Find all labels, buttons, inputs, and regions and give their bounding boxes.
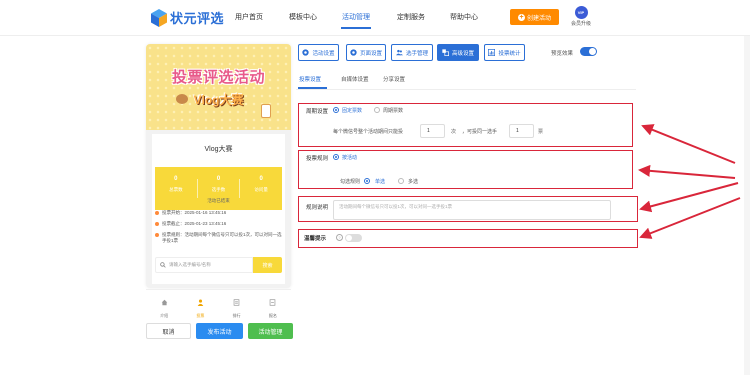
subtab-media-settings[interactable]: 自媒体设置 (341, 75, 369, 83)
arrow-to-vote-rules (638, 164, 736, 179)
tab-signup[interactable]: 报名 (258, 290, 288, 318)
vote-limit-text: 每个微信号整个活动期间只能投 (333, 129, 404, 135)
page-scrollbar[interactable] (744, 0, 750, 375)
banner-title: 投票评选活动 (171, 69, 265, 86)
page-icon (350, 49, 357, 56)
single-select-label: 单选 (375, 179, 386, 185)
tab-vote[interactable]: 投票 (185, 290, 215, 318)
select-rule-label: 勾选规则 (340, 179, 361, 185)
fixed-votes-label: 固定票数 (342, 108, 363, 114)
tab-page-settings[interactable]: 页面设置 (346, 44, 386, 61)
bullet-icon (155, 233, 159, 237)
activity-management-button[interactable]: 活动管理 (248, 323, 293, 339)
player-search-input[interactable]: 请输入选手编号/名称 (155, 257, 253, 273)
settings-icon (302, 49, 310, 56)
votes-per-player-input[interactable]: 1 (509, 124, 534, 138)
rule-description-label: 规则说明 (306, 205, 329, 211)
tab-vote-statistics[interactable]: 投票统计 (484, 44, 525, 61)
publish-activity-button[interactable]: 发布活动 (196, 323, 243, 339)
logo[interactable]: 状元评选 (151, 8, 224, 27)
home-icon (161, 299, 167, 306)
votes-per-user-input[interactable]: 1 (420, 124, 445, 138)
preview-search: 请输入选手编号/名称 搜索 (155, 257, 282, 273)
search-icon (160, 262, 166, 268)
users-icon (395, 49, 403, 56)
tab-activity-settings[interactable]: 活动设置 (298, 44, 339, 61)
preview-search-button[interactable]: 搜索 (253, 257, 282, 273)
tab-player-management[interactable]: 选手管理 (391, 44, 433, 61)
cancel-button[interactable]: 取消 (146, 323, 191, 339)
votes-unit: 票 (538, 129, 544, 135)
multi-select-label: 多选 (408, 179, 419, 185)
mobile-preview: 投票评选活动 Vlog大赛 Vlog大赛 0 总票数 0 选手数 0 访问量 活… (146, 44, 291, 288)
subtab-share-settings[interactable]: 分享设置 (383, 75, 405, 83)
rule-description-textarea[interactable]: 活动期间每个微信号只可以投1次，可以对同一选手投1票 (333, 200, 611, 220)
info-vote-rule: 投票规则：活动期间每个微信号只可以投1次，可以对同一选手投1票 (155, 232, 283, 244)
radio-by-activity[interactable] (333, 154, 339, 160)
radio-fixed-votes[interactable] (333, 107, 339, 113)
event-title: Vlog大赛 (204, 146, 233, 153)
advanced-icon (442, 49, 449, 56)
ranking-icon (233, 299, 240, 306)
tab-intro[interactable]: 介绍 (149, 290, 179, 318)
nav-custom-service[interactable]: 定制服务 (397, 12, 425, 22)
nav-user-home[interactable]: 用户首页 (235, 12, 263, 22)
tips-toggle[interactable] (345, 234, 362, 242)
create-activity-button[interactable]: + 创建活动 (510, 9, 559, 25)
info-end-time: 投票截止：2025-01-23 13:45:16 (155, 221, 283, 227)
nav-active-underline (341, 27, 371, 29)
nav-activity-management[interactable]: 活动管理 (342, 12, 370, 22)
by-activity-label: 按活动 (342, 155, 358, 161)
arrow-to-cycle-settings (641, 124, 736, 164)
preview-effect-label: 预览效果 (551, 51, 574, 57)
vip-badge-icon: VIP (574, 6, 588, 19)
bullet-icon (155, 211, 159, 215)
tab-advanced-settings[interactable]: 高级设置 (437, 44, 479, 61)
arrow-to-rule-description (639, 182, 739, 213)
logo-text: 状元评选 (170, 11, 225, 26)
bullet-icon (155, 222, 159, 226)
create-activity-label: 创建活动 (526, 15, 551, 22)
vote-rules-label: 投票规则 (306, 156, 329, 162)
times-unit: 次 (451, 129, 457, 135)
bar-chart-icon (488, 49, 496, 56)
plus-icon: + (517, 13, 525, 21)
user-icon (197, 299, 204, 306)
radio-single-select[interactable] (364, 178, 370, 184)
same-player-text: ，可投同一选手 (462, 129, 498, 135)
subtab-vote-settings[interactable]: 投票设置 (299, 75, 321, 83)
vip-label: 会员升级 (570, 21, 591, 27)
radio-multi-select[interactable] (398, 178, 404, 184)
drink-illustration-icon (261, 104, 271, 118)
info-start-time: 投票开始：2025-01-16 13:45:16 (155, 210, 283, 216)
vip-upgrade[interactable]: VIP 会员升级 (569, 6, 593, 27)
cycle-votes-label: 周期票数 (383, 108, 404, 114)
nav-help-center[interactable]: 帮助中心 (450, 12, 478, 22)
radio-cycle-votes[interactable] (374, 107, 380, 113)
preview-effect-toggle[interactable] (580, 47, 597, 56)
top-header: 状元评选 用户首页 模板中心 活动管理 定制服务 帮助中心 + 创建活动 VIP… (0, 0, 750, 36)
signup-icon (270, 299, 276, 306)
help-icon[interactable]: ? (336, 234, 343, 241)
arrow-to-tips (639, 197, 741, 239)
logo-cube-icon (151, 8, 167, 27)
cycle-settings-label: 周期设置 (306, 109, 329, 115)
tips-label: 温馨提示 (304, 236, 327, 242)
preview-tabbar: 介绍 投票 排行 报名 (146, 289, 291, 318)
activity-status: 活动已结束 (207, 198, 230, 203)
preview-banner: 投票评选活动 Vlog大赛 (146, 44, 291, 130)
tab-ranking[interactable]: 排行 (222, 290, 252, 318)
nav-template-center[interactable]: 模板中心 (289, 12, 317, 22)
